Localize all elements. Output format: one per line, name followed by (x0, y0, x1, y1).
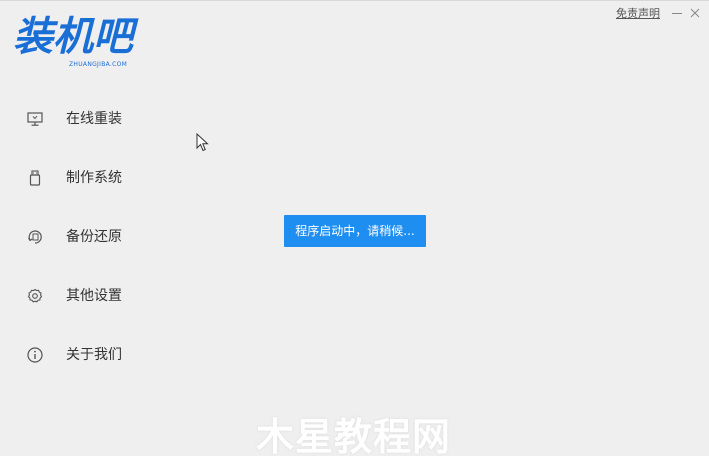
loading-toast: 程序启动中，请稍候... (284, 215, 426, 247)
close-icon (690, 8, 700, 18)
close-button[interactable] (687, 5, 703, 21)
info-icon (26, 346, 44, 364)
sidebar-item-label: 其他设置 (66, 288, 122, 304)
sidebar-item-label: 备份还原 (66, 229, 122, 245)
minimize-button[interactable] (669, 5, 685, 21)
logo-subtext: ZHUANGJIBA.COM (69, 61, 128, 68)
sidebar-item-about-us[interactable]: 关于我们 (26, 343, 166, 367)
sidebar-item-label: 关于我们 (66, 347, 122, 363)
monitor-icon (26, 110, 44, 128)
watermark: 木星教程网 (256, 415, 452, 456)
backup-restore-icon (26, 228, 44, 246)
sidebar-item-make-system[interactable]: 制作系统 (26, 166, 166, 190)
sidebar-item-online-reinstall[interactable]: 在线重装 (26, 107, 166, 131)
mouse-cursor-icon (196, 132, 210, 153)
disclaimer-link[interactable]: 免责声明 (616, 7, 660, 21)
gear-icon (26, 287, 44, 305)
minimize-icon (672, 13, 682, 14)
usb-drive-icon (26, 169, 44, 187)
sidebar-item-other-settings[interactable]: 其他设置 (26, 284, 166, 308)
app-window: 装机吧 ZHUANGJIBA.COM 免责声明 在线重装 制作系统 备份还原 其… (0, 0, 709, 456)
sidebar-item-backup-restore[interactable]: 备份还原 (26, 225, 166, 249)
sidebar-item-label: 在线重装 (66, 111, 122, 127)
sidebar-item-label: 制作系统 (66, 170, 122, 186)
logo-text: 装机吧 (13, 14, 133, 60)
app-logo: 装机吧 ZHUANGJIBA.COM (13, 15, 153, 71)
